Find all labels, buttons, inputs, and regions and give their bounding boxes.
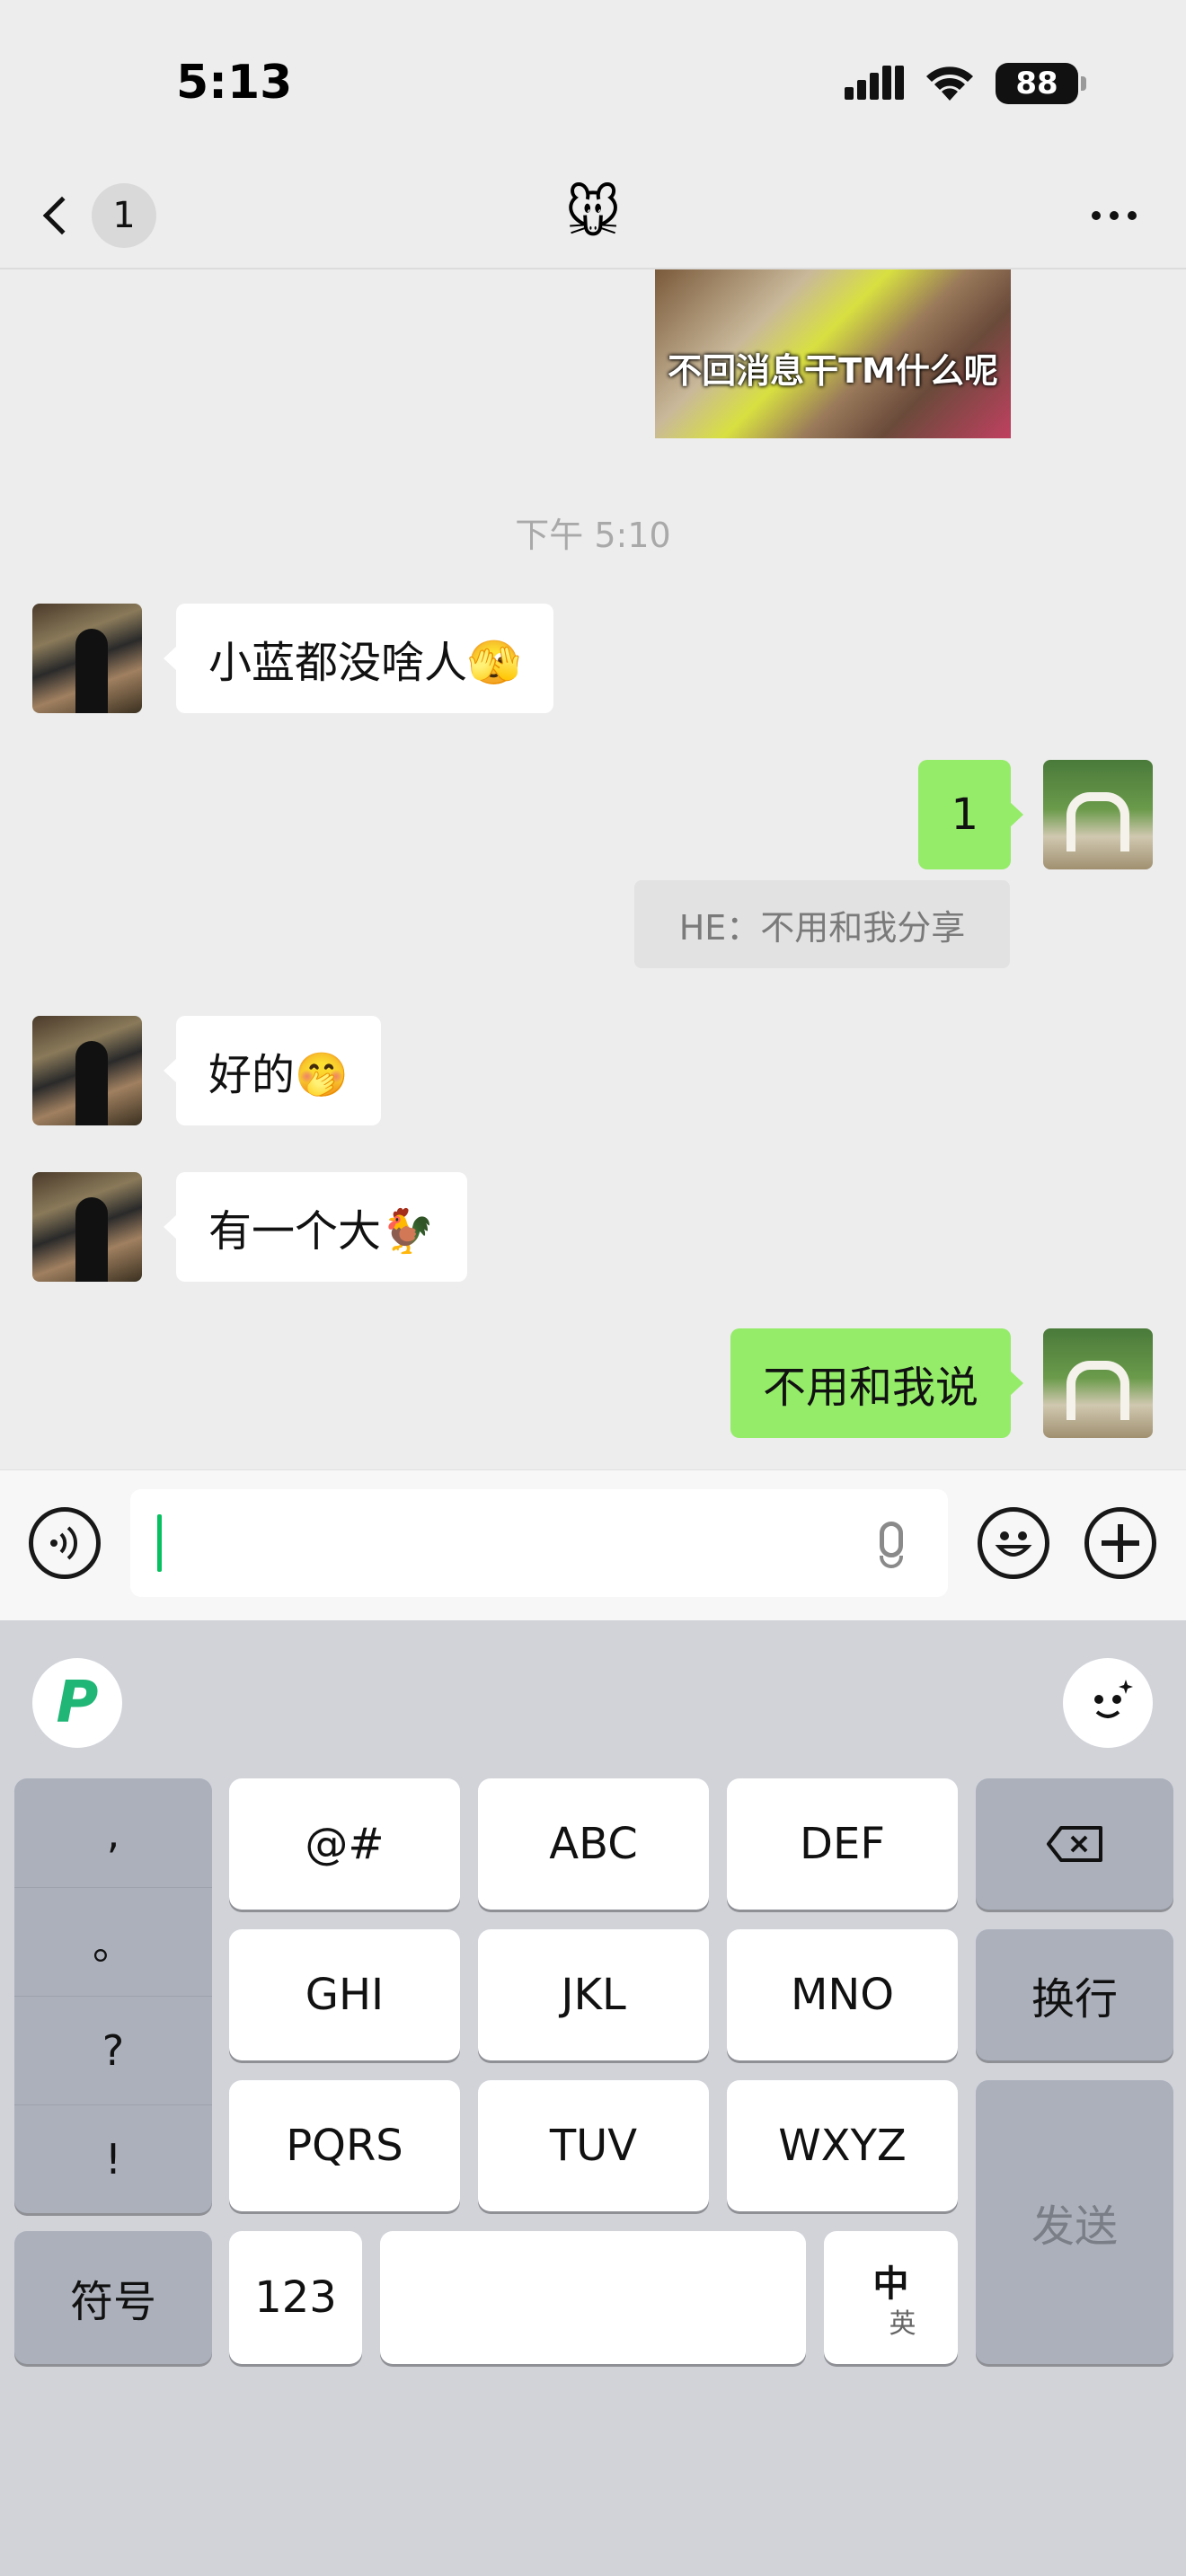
key-question[interactable]: ? (14, 1996, 212, 2104)
message-bubble-incoming[interactable]: 小蓝都没啥人🫣 (164, 604, 553, 713)
unread-count-badge: 1 (92, 183, 156, 248)
key-wxyz[interactable]: WXYZ (727, 2080, 958, 2211)
self-avatar[interactable] (1043, 1328, 1153, 1438)
message-bubble-outgoing[interactable]: 1 (918, 760, 1023, 869)
more-actions-button[interactable] (1084, 1507, 1156, 1579)
battery-indicator: 88 (996, 63, 1086, 104)
back-button[interactable]: 1 (36, 180, 171, 251)
key-ghi[interactable]: GHI (229, 1929, 460, 2060)
wifi-icon (926, 66, 973, 101)
keyboard-logo-button[interactable]: P (32, 1658, 122, 1748)
key-def[interactable]: DEF (727, 1778, 958, 1910)
lang-main-label: 中 (872, 2263, 909, 2305)
key-comma[interactable]: , (14, 1778, 212, 1887)
microphone-icon[interactable] (880, 1522, 903, 1557)
key-jkl[interactable]: JKL (478, 1929, 709, 2060)
message-bubble-outgoing[interactable]: 不用和我说 (730, 1328, 1024, 1438)
newline-key[interactable]: 换行 (976, 1929, 1173, 2060)
lang-sub-label: 英 (889, 2308, 916, 2340)
smiley-icon (995, 1531, 1032, 1557)
cellular-signal-icon (845, 66, 904, 100)
status-time: 5:13 (176, 56, 293, 110)
backspace-icon (1047, 1826, 1102, 1862)
chat-timestamp: 下午 5:10 (515, 516, 671, 555)
sticker-caption: 不回消息干TM什么呢 (668, 351, 998, 391)
voice-wave-icon (50, 1526, 78, 1560)
key-symbols-at[interactable]: @# (229, 1778, 460, 1910)
key-mno[interactable]: MNO (727, 1929, 958, 2060)
chevron-left-icon (42, 196, 82, 235)
chat-title: 🐭 (564, 182, 622, 245)
friend-avatar[interactable] (32, 1016, 142, 1125)
emoji-button[interactable] (978, 1507, 1049, 1579)
more-icon (1092, 211, 1101, 220)
backspace-key[interactable] (976, 1778, 1173, 1910)
text-caret (157, 1514, 162, 1572)
space-key[interactable] (380, 2231, 806, 2364)
keyboard-emoji-button[interactable] (1063, 1658, 1153, 1748)
message-bubble-incoming[interactable]: 有一个大🐓 (164, 1172, 467, 1282)
friend-avatar[interactable] (32, 1172, 142, 1282)
message-bubble-incoming[interactable]: 好的🤭 (164, 1016, 381, 1125)
key-period[interactable]: 。 (14, 1887, 212, 1996)
sticker-image[interactable]: 不回消息干TM什么呢 (655, 269, 1011, 438)
status-icons: 88 (845, 63, 1086, 104)
numbers-key[interactable]: 123 (229, 2231, 362, 2364)
key-abc[interactable]: ABC (478, 1778, 709, 1910)
send-key[interactable]: 发送 (976, 2080, 1173, 2364)
symbols-key[interactable]: 符号 (14, 2231, 212, 2364)
key-tuv[interactable]: TUV (478, 2080, 709, 2211)
message-input[interactable] (130, 1489, 948, 1597)
language-switch-key[interactable]: 中 英 (824, 2231, 958, 2364)
face-sparkle-icon (1094, 1680, 1133, 1718)
punctuation-column: , 。 ? ! (14, 1778, 212, 2213)
self-avatar[interactable] (1043, 760, 1153, 869)
friend-avatar[interactable] (32, 604, 142, 713)
key-exclamation[interactable]: ! (14, 2104, 212, 2213)
plus-icon (1102, 1524, 1139, 1562)
key-pqrs[interactable]: PQRS (229, 2080, 460, 2211)
quoted-reply[interactable]: HE：不用和我分享 (634, 880, 1010, 968)
more-options-button[interactable] (1078, 189, 1150, 243)
keyboard-logo-icon: P (56, 1670, 99, 1736)
voice-input-button[interactable] (29, 1507, 101, 1579)
